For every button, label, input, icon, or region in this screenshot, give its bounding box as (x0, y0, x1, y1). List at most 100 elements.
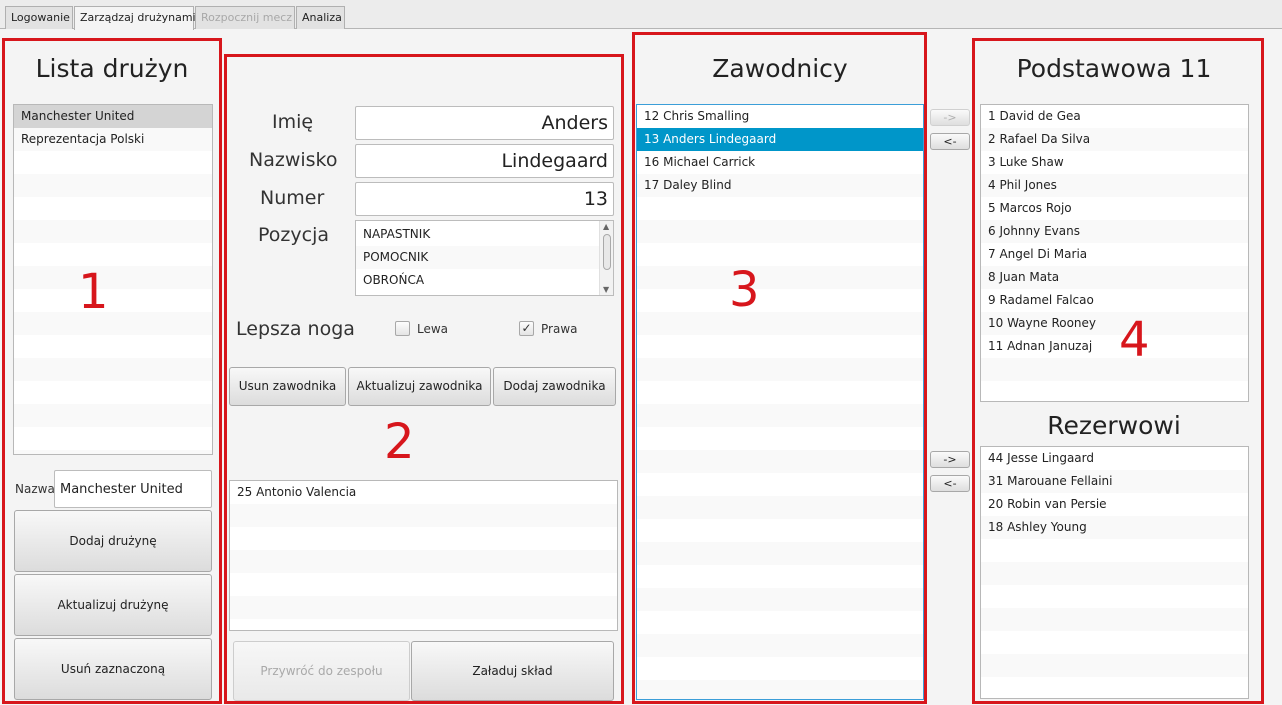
position-label: Pozycja (258, 224, 329, 246)
add-player-button[interactable]: Dodaj zawodnika (493, 367, 616, 406)
reserve-item[interactable]: 18 Ashley Young (981, 516, 1248, 539)
empty-row (637, 611, 923, 634)
first-eleven-item[interactable]: 4 Phil Jones (981, 174, 1248, 197)
empty-row (981, 381, 1248, 401)
empty-row (230, 573, 617, 596)
first-eleven-item[interactable]: 1 David de Gea (981, 105, 1248, 128)
empty-row (230, 619, 617, 630)
first-eleven-item[interactable]: 8 Juan Mata (981, 266, 1248, 289)
number-input[interactable] (355, 182, 614, 216)
first-eleven-item[interactable]: 11 Adnan Januzaj (981, 335, 1248, 358)
empty-row (14, 450, 212, 454)
first-eleven-item[interactable]: 2 Rafael Da Silva (981, 128, 1248, 151)
move-to-reserves-button[interactable]: -> (930, 451, 970, 468)
reserves-title: Rezerwowi (1047, 411, 1181, 440)
empty-row (637, 680, 923, 699)
tab-logowanie[interactable]: Logowanie (5, 6, 73, 29)
empty-row (14, 358, 212, 381)
delete-selected-team-button[interactable]: Usuń zaznaczoną (14, 638, 212, 700)
scroll-thumb[interactable] (603, 234, 611, 270)
reserves-list[interactable]: 44 Jesse Lingaard 31 Marouane Fellaini 20 … (980, 446, 1249, 699)
removed-players-list[interactable]: 25 Antonio Valencia (229, 480, 618, 631)
position-item[interactable]: POMOCNIK (356, 246, 613, 269)
team-list[interactable]: Manchester United Reprezentacja Polski (13, 104, 213, 455)
removed-player-item[interactable]: 25 Antonio Valencia (230, 481, 617, 504)
team-name-input[interactable] (54, 470, 212, 508)
first-eleven-item[interactable]: 9 Radamel Falcao (981, 289, 1248, 312)
annotation-number-2: 2 (384, 414, 415, 470)
tab-rozpocznij-mecz[interactable]: Rozpocznij mecz (195, 6, 295, 29)
reserve-item[interactable]: 31 Marouane Fellaini (981, 470, 1248, 493)
empty-row (637, 358, 923, 381)
team-list-title: Lista drużyn (35, 54, 189, 83)
team-list-item[interactable]: Manchester United (14, 105, 212, 128)
tab-bar: Logowanie Zarządzaj drużynami Rozpocznij… (0, 0, 1282, 30)
better-foot-label: Lepsza noga (236, 318, 355, 340)
team-list-item[interactable]: Reprezentacja Polski (14, 128, 212, 151)
restore-player-button[interactable]: Przywróć do zespołu (233, 641, 410, 701)
empty-row (637, 335, 923, 358)
empty-row (14, 220, 212, 243)
empty-row (14, 151, 212, 174)
last-name-label: Nazwisko (249, 149, 338, 171)
empty-row (981, 654, 1248, 677)
first-eleven-item[interactable]: 7 Angel Di Maria (981, 243, 1248, 266)
empty-row (14, 335, 212, 358)
empty-row (637, 381, 923, 404)
load-squad-button[interactable]: Załaduj skład (411, 641, 614, 701)
remove-from-first-eleven-button[interactable]: <- (930, 133, 970, 150)
first-eleven-item[interactable]: 10 Wayne Rooney (981, 312, 1248, 335)
player-list-item[interactable]: 16 Michael Carrick (637, 151, 923, 174)
annotation-number-3: 3 (729, 262, 760, 318)
empty-row (637, 266, 923, 289)
left-foot-checkbox[interactable] (395, 321, 410, 336)
empty-row (637, 427, 923, 450)
position-scrollbar[interactable]: ▲ ▼ (599, 221, 613, 295)
player-list-item[interactable]: 17 Daley Blind (637, 174, 923, 197)
empty-row (981, 677, 1248, 698)
scroll-up-icon[interactable]: ▲ (603, 222, 609, 231)
first-eleven-item[interactable]: 3 Luke Shaw (981, 151, 1248, 174)
player-list-item[interactable]: 13 Anders Lindegaard (637, 128, 923, 151)
first-name-input[interactable] (355, 106, 614, 140)
empty-row (637, 473, 923, 496)
empty-row (230, 504, 617, 527)
reserve-item[interactable]: 44 Jesse Lingaard (981, 447, 1248, 470)
reserve-item[interactable]: 20 Robin van Persie (981, 493, 1248, 516)
empty-row (14, 289, 212, 312)
move-to-first-eleven-button[interactable]: -> (930, 109, 970, 126)
players-list[interactable]: 12 Chris Smalling 13 Anders Lindegaard 16 … (636, 104, 924, 700)
empty-row (637, 634, 923, 657)
first-eleven-item[interactable]: 6 Johnny Evans (981, 220, 1248, 243)
first-eleven-list[interactable]: 1 David de Gea 2 Rafael Da Silva 3 Luke Sh… (980, 104, 1249, 402)
position-item[interactable]: NAPASTNIK (356, 223, 613, 246)
remove-from-reserves-button[interactable]: <- (930, 475, 970, 492)
annotation-number-4: 4 (1119, 312, 1150, 368)
first-eleven-item[interactable]: 5 Marcos Rojo (981, 197, 1248, 220)
empty-row (981, 631, 1248, 654)
player-list-item[interactable]: 12 Chris Smalling (637, 105, 923, 128)
tab-zarzadzaj-druzynami[interactable]: Zarządzaj drużynami (74, 6, 196, 30)
scroll-down-icon[interactable]: ▼ (603, 285, 609, 294)
remove-player-button[interactable]: Usun zawodnika (229, 367, 346, 406)
right-foot-checkbox[interactable]: ✓ (519, 321, 534, 336)
empty-row (981, 585, 1248, 608)
empty-row (637, 519, 923, 542)
empty-row (14, 266, 212, 289)
update-team-button[interactable]: Aktualizuj drużynę (14, 574, 212, 636)
empty-row (981, 562, 1248, 585)
empty-row (637, 496, 923, 519)
position-list[interactable]: NAPASTNIK POMOCNIK OBROŃCA ▲ ▼ (355, 220, 614, 296)
empty-row (14, 427, 212, 450)
empty-row (637, 404, 923, 427)
players-title: Zawodnicy (712, 54, 848, 83)
tab-analiza[interactable]: Analiza (296, 6, 345, 29)
add-team-button[interactable]: Dodaj drużynę (14, 510, 212, 572)
first-name-label: Imię (272, 111, 314, 133)
empty-row (637, 197, 923, 220)
empty-row (637, 542, 923, 565)
update-player-button[interactable]: Aktualizuj zawodnika (348, 367, 491, 406)
empty-row (14, 404, 212, 427)
last-name-input[interactable] (355, 144, 614, 178)
position-item[interactable]: OBROŃCA (356, 269, 613, 292)
